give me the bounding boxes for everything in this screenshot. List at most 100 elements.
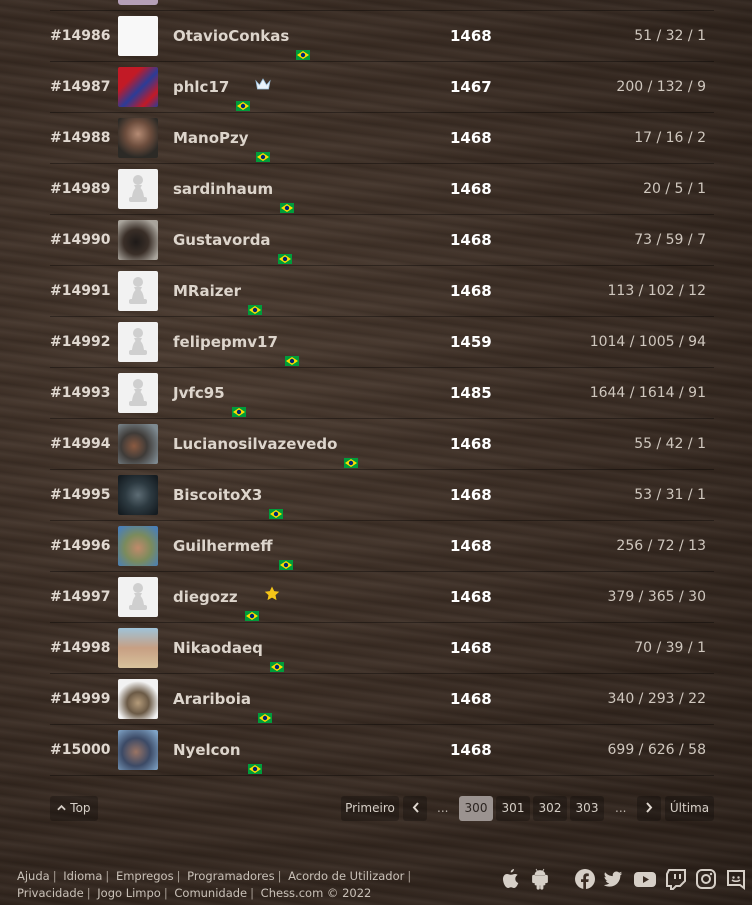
table-row[interactable]: #14988 ManoPzy 1468 17 / 16 / 2 [50, 113, 714, 164]
avatar[interactable] [118, 271, 158, 311]
avatar[interactable] [118, 577, 158, 617]
table-row[interactable]: #14994 Lucianosilvazevedo 1468 55 / 42 / 1 [50, 419, 714, 470]
table-row[interactable]: #14991 MRaizer 1468 113 / 102 / 12 [50, 266, 714, 317]
avatar[interactable] [118, 67, 158, 107]
avatar[interactable] [118, 475, 158, 515]
table-row[interactable]: #14993 Jvfc95 1485 1644 / 1614 / 91 [50, 368, 714, 419]
prev-page-button[interactable] [403, 796, 427, 821]
apple-icon[interactable] [501, 868, 521, 894]
rating-value: 1468 [450, 486, 492, 504]
facebook-icon[interactable] [574, 868, 596, 894]
username-link[interactable]: Jvfc95 [173, 368, 246, 418]
leaderboard-table: #14986 OtavioConkas 1468 51 / 32 / 1 #14987 p… [50, 11, 714, 776]
table-row[interactable]: #14996 Guilhermeff 1468 256 / 72 / 13 [50, 521, 714, 572]
table-row[interactable]: #14987 phlc17 1467 200 / 132 / 9 [50, 62, 714, 113]
username-link[interactable]: felipepmv17 [173, 317, 299, 367]
rank-label: #14999 [50, 691, 111, 707]
page-301-button[interactable]: 301 [496, 796, 530, 821]
page-302-button[interactable]: 302 [533, 796, 567, 821]
username-link[interactable]: MRaizer [173, 266, 263, 316]
chevron-left-icon [412, 801, 419, 815]
social-icons [0, 868, 752, 894]
username-link[interactable]: Lucianosilvazevedo [173, 419, 359, 469]
pawn-icon [129, 175, 147, 202]
instagram-icon[interactable] [695, 868, 717, 894]
username-text: diegozz [173, 588, 238, 606]
brazil-flag-icon [269, 489, 284, 519]
username-link[interactable]: Guilhermeff [173, 521, 294, 571]
win-loss-draw-stats: 51 / 32 / 1 [634, 28, 706, 44]
avatar[interactable] [118, 118, 158, 158]
username-link[interactable]: Nyelcon [173, 725, 262, 775]
rank-label: #14997 [50, 589, 111, 605]
avatar[interactable] [118, 628, 158, 668]
android-icon[interactable] [530, 868, 550, 894]
username-link[interactable]: BiscoitoX3 [173, 470, 284, 520]
username-link[interactable]: sardinhaum [173, 164, 295, 214]
rank-label: #14988 [50, 130, 111, 146]
win-loss-draw-stats: 73 / 59 / 7 [634, 232, 706, 248]
table-row[interactable]: #14995 BiscoitoX3 1468 53 / 31 / 1 [50, 470, 714, 521]
page-300-button[interactable]: 300 [459, 796, 493, 821]
first-page-button[interactable]: Primeiro [341, 796, 399, 821]
avatar[interactable] [118, 373, 158, 413]
youtube-icon[interactable] [633, 868, 657, 894]
twitter-icon[interactable] [602, 868, 624, 894]
table-row[interactable]: #14998 Nikaodaeq 1468 70 / 39 / 1 [50, 623, 714, 674]
table-row[interactable]: #14997 diegozz 1468 379 / 365 / 30 [50, 572, 714, 623]
avatar[interactable] [118, 16, 158, 56]
table-row[interactable]: #15000 Nyelcon 1468 699 / 626 / 58 [50, 725, 714, 776]
username-link[interactable]: diegozz [173, 572, 280, 622]
rank-label: #14986 [50, 28, 111, 44]
table-row[interactable]: #14992 felipepmv17 1459 1014 / 1005 / 94 [50, 317, 714, 368]
rating-value: 1467 [450, 78, 492, 96]
rating-value: 1459 [450, 333, 492, 351]
rank-label: #14998 [50, 640, 111, 656]
avatar[interactable] [118, 730, 158, 770]
page-303-button[interactable]: 303 [570, 796, 604, 821]
username-link[interactable]: Arariboia [173, 674, 272, 724]
username-text: Nikaodaeq [173, 639, 263, 657]
rank-label: #14987 [50, 79, 111, 95]
username-link[interactable]: Nikaodaeq [173, 623, 284, 673]
rating-value: 1468 [450, 282, 492, 300]
rating-value: 1468 [450, 588, 492, 606]
rating-value: 1468 [450, 180, 492, 198]
avatar[interactable] [118, 169, 158, 209]
table-row[interactable]: #14986 OtavioConkas 1468 51 / 32 / 1 [50, 11, 714, 62]
username-text: phlc17 [173, 78, 230, 96]
brazil-flag-icon [284, 336, 299, 366]
avatar[interactable] [118, 424, 158, 464]
username-link[interactable]: ManoPzy [173, 113, 270, 163]
username-text: ManoPzy [173, 129, 249, 147]
avatar[interactable] [118, 679, 158, 719]
brazil-flag-icon [248, 285, 263, 315]
username-text: Nyelcon [173, 741, 241, 759]
username-link[interactable]: Gustavorda [173, 215, 292, 265]
chevron-right-icon [645, 801, 653, 815]
rank-label: #14992 [50, 334, 111, 350]
avatar[interactable] [118, 322, 158, 362]
win-loss-draw-stats: 1014 / 1005 / 94 [589, 334, 706, 350]
rank-label: #14996 [50, 538, 111, 554]
crown-icon [255, 61, 271, 111]
brazil-flag-icon [244, 591, 259, 621]
last-page-button[interactable]: Última [665, 796, 714, 821]
rating-value: 1485 [450, 384, 492, 402]
table-row[interactable]: #14989 sardinhaum 1468 20 / 5 / 1 [50, 164, 714, 215]
brazil-flag-icon [277, 234, 292, 264]
table-row[interactable]: #14990 Gustavorda 1468 73 / 59 / 7 [50, 215, 714, 266]
rating-value: 1468 [450, 231, 492, 249]
next-page-button[interactable] [637, 796, 661, 821]
avatar[interactable] [118, 220, 158, 260]
discord-icon[interactable] [725, 868, 747, 894]
username-link[interactable]: phlc17 [173, 62, 271, 112]
brazil-flag-icon [269, 642, 284, 672]
twitch-icon[interactable] [665, 868, 687, 894]
brazil-flag-icon [247, 744, 262, 774]
username-link[interactable]: OtavioConkas [173, 11, 311, 61]
table-row[interactable]: #14999 Arariboia 1468 340 / 293 / 22 [50, 674, 714, 725]
rank-label: #14991 [50, 283, 111, 299]
avatar[interactable] [118, 526, 158, 566]
pawn-icon [129, 277, 147, 304]
